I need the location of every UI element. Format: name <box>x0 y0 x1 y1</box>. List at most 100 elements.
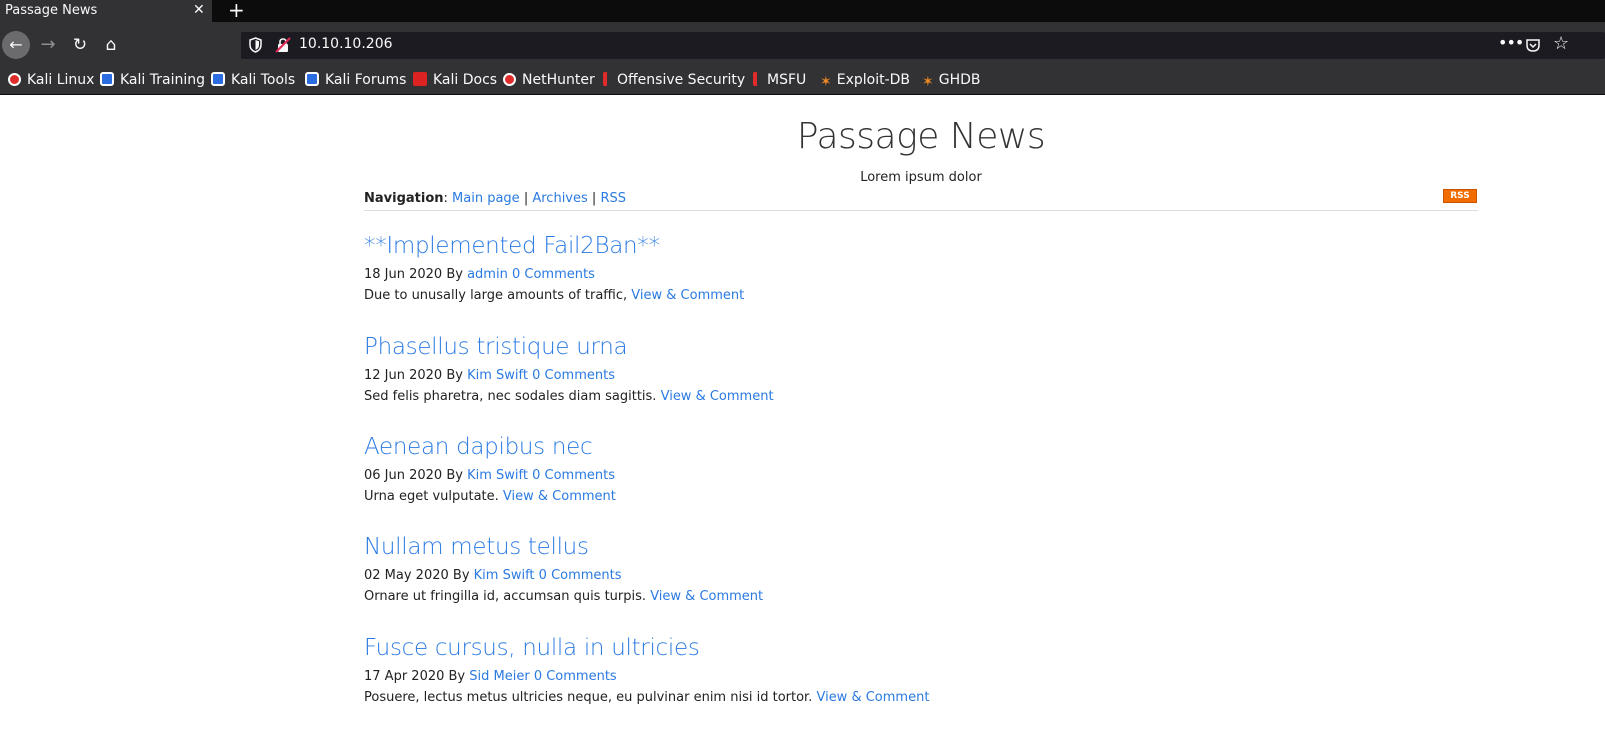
tab-title: Passage News <box>5 3 98 18</box>
post-title-link[interactable]: Phasellus tristique urna <box>364 332 1478 362</box>
view-comment-link[interactable]: View & Comment <box>631 288 744 303</box>
reload-icon[interactable]: ↻ <box>66 31 94 59</box>
post-excerpt-text: Posuere, lectus metus ultricies neque, e… <box>364 690 813 705</box>
bookmark-label: Offensive Security <box>617 72 746 88</box>
bookmark-kali-tools[interactable]: Kali Tools <box>211 71 295 89</box>
post-item: Fusce cursus, nulla in ultricies 17 Apr … <box>364 633 1478 708</box>
bookmark-kali-docs[interactable]: Kali Docs <box>413 71 497 89</box>
view-comment-link[interactable]: View & Comment <box>661 389 774 404</box>
url-bar[interactable]: 10.10.10.206 ••• ☆ <box>241 32 1605 59</box>
offsec-icon <box>603 72 611 86</box>
kali-icon <box>100 72 114 86</box>
post-comments-link[interactable]: 0 Comments <box>532 368 615 383</box>
post-title-link[interactable]: Nullam metus tellus <box>364 532 1478 562</box>
insecure-lock-icon[interactable] <box>275 37 291 53</box>
post-meta: 12 Jun 2020 By Kim Swift 0 Comments <box>364 366 1478 386</box>
bookmark-star-icon[interactable]: ☆ <box>1553 33 1569 54</box>
bookmark-label: Exploit-DB <box>836 72 911 88</box>
spider-icon: ✶ <box>820 74 832 90</box>
bookmark-label: Kali Training <box>120 72 205 88</box>
post-author-link[interactable]: Sid Meier <box>469 669 529 684</box>
new-tab-icon[interactable]: + <box>228 0 245 22</box>
back-arrow-icon[interactable]: ← <box>2 31 30 59</box>
site-subtitle: Lorem ipsum dolor <box>860 170 982 185</box>
post-author-link[interactable]: admin <box>467 267 508 282</box>
kali-icon <box>503 73 516 86</box>
active-tab[interactable]: Passage News ✕ <box>0 0 212 22</box>
bookmark-offensive-security[interactable]: Offensive Security <box>603 71 745 89</box>
nav-link-archives[interactable]: Archives <box>532 191 587 206</box>
post-excerpt-text: Ornare ut fringilla id, accumsan quis tu… <box>364 589 647 604</box>
rss-feed-icon[interactable]: RSS <box>1443 189 1477 203</box>
kali-icon <box>211 72 225 86</box>
bookmark-label: MSFU <box>767 72 807 88</box>
post-comments-link[interactable]: 0 Comments <box>512 267 595 282</box>
home-icon[interactable]: ⌂ <box>97 31 125 59</box>
post-date: 06 Jun 2020 By <box>364 468 463 483</box>
tab-close-icon[interactable]: ✕ <box>193 0 205 21</box>
bookmark-label: Kali Tools <box>231 72 296 88</box>
post-excerpt: Posuere, lectus metus ultricies neque, e… <box>364 687 1478 708</box>
post-meta: 18 Jun 2020 By admin 0 Comments <box>364 265 1478 285</box>
bookmark-label: Kali Forums <box>325 72 407 88</box>
post-date: 17 Apr 2020 By <box>364 669 466 684</box>
post-meta: 06 Jun 2020 By Kim Swift 0 Comments <box>364 466 1478 486</box>
post-date: 02 May 2020 By <box>364 568 470 583</box>
spider-icon: ✶ <box>922 74 934 90</box>
forward-arrow-icon[interactable]: → <box>34 31 62 59</box>
site-navigation: Navigation: Main page | Archives | RSS R… <box>364 189 1478 211</box>
page-actions-icon[interactable]: ••• <box>1498 33 1524 52</box>
post-title-link[interactable]: Fusce cursus, nulla in ultricies <box>364 633 1478 663</box>
bookmark-kali-linux[interactable]: Kali Linux <box>8 71 94 89</box>
kali-icon <box>305 72 319 86</box>
post-item: Nullam metus tellus 02 May 2020 By Kim S… <box>364 532 1478 607</box>
tab-bar: Passage News ✕ + <box>0 0 1605 22</box>
post-author-link[interactable]: Kim Swift <box>474 568 535 583</box>
bookmark-kali-forums[interactable]: Kali Forums <box>305 71 406 89</box>
post-item: Aenean dapibus nec 06 Jun 2020 By Kim Sw… <box>364 432 1478 507</box>
post-comments-link[interactable]: 0 Comments <box>534 669 617 684</box>
post-date: 12 Jun 2020 By <box>364 368 463 383</box>
post-date: 18 Jun 2020 By <box>364 267 463 282</box>
post-excerpt-text: Due to unusally large amounts of traffic… <box>364 288 628 303</box>
bookmark-exploit-db[interactable]: ✶ Exploit-DB <box>820 71 910 91</box>
post-excerpt: Urna eget vulputate. View & Comment <box>364 486 1478 507</box>
bookmark-ghdb[interactable]: ✶ GHDB <box>922 71 981 91</box>
bookmark-nethunter[interactable]: NetHunter <box>503 71 595 89</box>
navigation-label: Navigation <box>364 191 444 206</box>
bookmark-label: GHDB <box>938 72 981 88</box>
url-text[interactable]: 10.10.10.206 <box>299 36 393 52</box>
bookmark-msfu[interactable]: MSFU <box>753 71 806 89</box>
site-title: Passage News <box>796 116 1046 157</box>
nav-link-rss[interactable]: RSS <box>600 191 626 206</box>
post-comments-link[interactable]: 0 Comments <box>532 468 615 483</box>
post-author-link[interactable]: Kim Swift <box>467 468 528 483</box>
shield-icon[interactable] <box>249 37 262 53</box>
view-comment-link[interactable]: View & Comment <box>503 489 616 504</box>
bookmark-kali-training[interactable]: Kali Training <box>100 71 205 89</box>
post-title-link[interactable]: Aenean dapibus nec <box>364 432 1478 462</box>
bookmark-label: Kali Linux <box>27 72 95 88</box>
post-item: Phasellus tristique urna 12 Jun 2020 By … <box>364 332 1478 407</box>
post-excerpt: Sed felis pharetra, nec sodales diam sag… <box>364 386 1478 407</box>
view-comment-link[interactable]: View & Comment <box>816 690 929 705</box>
post-author-link[interactable]: Kim Swift <box>467 368 528 383</box>
post-excerpt-text: Urna eget vulputate. <box>364 489 499 504</box>
post-title-link[interactable]: **Implemented Fail2Ban** <box>364 231 1478 261</box>
document-icon <box>413 72 427 86</box>
post-excerpt: Due to unusally large amounts of traffic… <box>364 285 1478 306</box>
nav-separator: | <box>523 191 529 206</box>
kali-icon <box>8 73 21 86</box>
bookmark-label: Kali Docs <box>433 72 498 88</box>
post-item: **Implemented Fail2Ban** 18 Jun 2020 By … <box>364 231 1478 306</box>
navigation-colon: : <box>443 191 453 206</box>
offsec-icon <box>753 72 761 86</box>
post-comments-link[interactable]: 0 Comments <box>539 568 622 583</box>
post-meta: 17 Apr 2020 By Sid Meier 0 Comments <box>364 667 1478 687</box>
post-meta: 02 May 2020 By Kim Swift 0 Comments <box>364 566 1478 586</box>
pocket-icon[interactable] <box>1525 37 1541 53</box>
nav-link-main-page[interactable]: Main page <box>452 191 520 206</box>
view-comment-link[interactable]: View & Comment <box>650 589 763 604</box>
bookmarks-toolbar: Kali Linux Kali Training Kali Tools Kali… <box>0 67 1605 95</box>
post-excerpt-text: Sed felis pharetra, nec sodales diam sag… <box>364 389 657 404</box>
